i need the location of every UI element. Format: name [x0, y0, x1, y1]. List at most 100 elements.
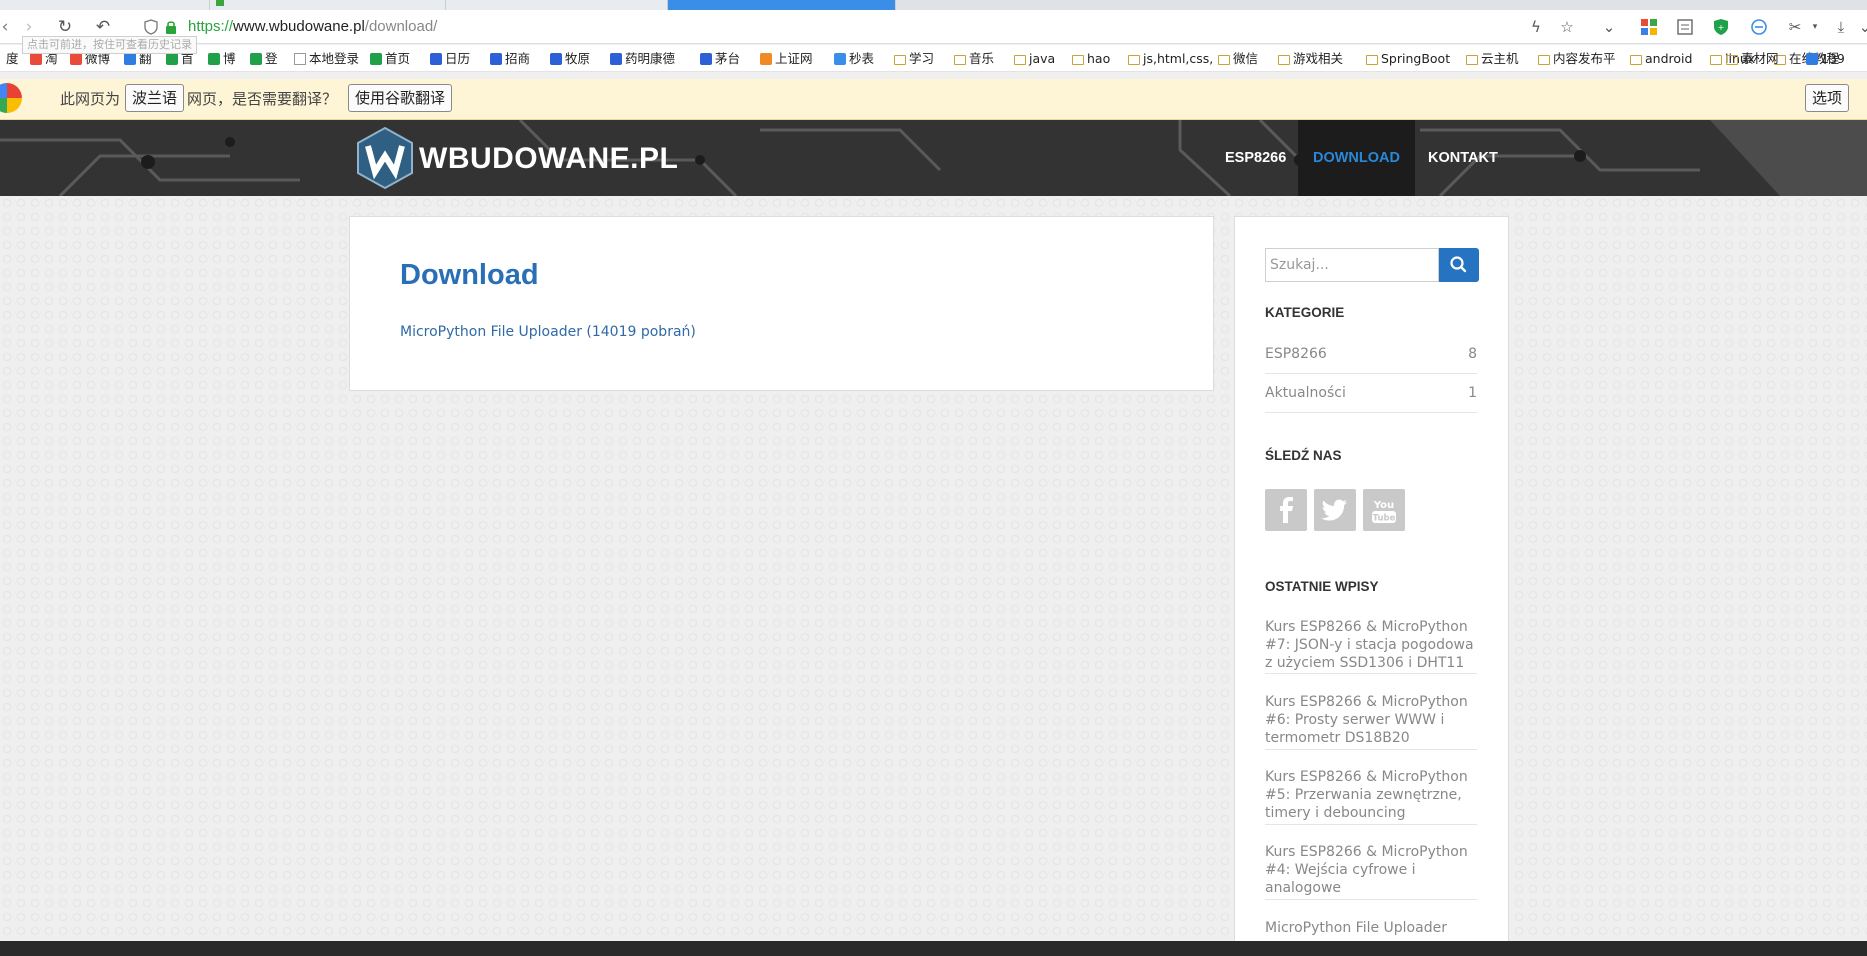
bookmark-favicon-icon [834, 53, 846, 65]
sidebar: KATEGORIE ESP8266 8 Aktualności 1 ŚLEDŹ … [1234, 216, 1509, 946]
language-select[interactable]: 波兰语 [125, 84, 185, 112]
bookmark-item[interactable]: 音乐 [954, 50, 994, 68]
folder-icon [1218, 55, 1230, 65]
bookmark-item[interactable]: 度 [6, 50, 19, 68]
translate-options-button[interactable]: 选项 [1805, 84, 1850, 112]
recent-post-link[interactable]: MicroPython File Uploader [1265, 919, 1477, 943]
search-button[interactable] [1439, 248, 1479, 282]
undo-icon[interactable]: ↶ [92, 16, 114, 38]
scissors-icon[interactable]: ✂ [1786, 18, 1804, 36]
bookmark-item[interactable]: js,html,css, [1128, 50, 1213, 68]
bookmarks-bar: 度淘微博翻首博登本地登录 首页 日历 招商 牧原 药明康德 茅台 上证网 秒表 学习 音乐 java h… [0, 45, 1867, 72]
category-item[interactable]: ESP8266 8 [1265, 335, 1477, 374]
bookmark-favicon-icon [70, 53, 82, 65]
bookmark-item[interactable]: 招商 [490, 50, 530, 68]
lock-icon[interactable] [164, 19, 178, 35]
lightning-icon[interactable]: ϟ [1527, 18, 1545, 36]
follow-heading: ŚLEDŹ NAS [1265, 448, 1342, 463]
apps-grid-icon[interactable] [1640, 18, 1658, 36]
bookmark-item[interactable]: 首页 [370, 50, 410, 68]
tab-strip [0, 0, 1867, 10]
twitter-icon[interactable] [1314, 489, 1356, 531]
url-field[interactable]: https://www.wbudowane.pl/download/ [188, 16, 437, 38]
adblock-icon[interactable] [1750, 18, 1768, 36]
folder-icon [1630, 55, 1642, 65]
chevron-down-icon[interactable]: ⌄ [1856, 18, 1867, 36]
bookmark-item[interactable]: 本地登录 [294, 50, 359, 68]
nav-esp8266[interactable]: ESP8266 [1210, 120, 1301, 196]
folder-icon [1278, 55, 1290, 65]
bookmark-item[interactable]: 内容发布平 [1538, 50, 1616, 68]
browser-tab[interactable] [210, 0, 446, 10]
folder-icon [1072, 55, 1084, 65]
address-bar: ‹ › ↻ ↶ https://www.wbudowane.pl/downloa… [0, 10, 1867, 44]
bookmark-item[interactable]: SpringBoot [1366, 50, 1450, 68]
bookmark-item[interactable]: java [1014, 50, 1055, 68]
shield-icon[interactable] [144, 19, 158, 35]
bookmark-item[interactable]: 游戏相关 [1278, 50, 1343, 68]
nav-download[interactable]: DOWNLOAD [1298, 120, 1415, 196]
download-link[interactable]: MicroPython File Uploader (14019 pobrań) [400, 324, 696, 340]
bookmark-item[interactable]: 登 [250, 50, 278, 68]
bookmark-item[interactable]: 茅台 [700, 50, 740, 68]
nav-kontakt[interactable]: KONTAKT [1413, 120, 1513, 196]
folder-icon [1538, 55, 1550, 65]
folder-icon [1128, 55, 1140, 65]
bookmark-item[interactable]: 素材网 [1726, 50, 1779, 68]
bookmark-item[interactable]: 秒表 [834, 50, 874, 68]
download-icon[interactable]: ⤓ [1832, 18, 1850, 36]
folder-icon [1366, 55, 1378, 65]
site-header: WBUDOWANE.PL ESP8266 DOWNLOAD KONTAKT [0, 120, 1867, 196]
categories-heading: KATEGORIE [1265, 305, 1345, 320]
bookmark-item[interactable]: 云主机 [1466, 50, 1519, 68]
reload-icon[interactable]: ↻ [54, 16, 76, 38]
recent-post-link[interactable]: Kurs ESP8266 & MicroPython #7: JSON-y i … [1265, 618, 1477, 674]
chevron-down-icon[interactable]: ⌄ [1600, 18, 1618, 36]
forward-arrow-icon[interactable]: › [18, 16, 40, 38]
bookmark-favicon-icon [166, 53, 178, 65]
bookmark-favicon-icon [490, 53, 502, 65]
bookmark-item[interactable]: 学习 [894, 50, 934, 68]
caret-down-icon[interactable]: ▾ [1806, 18, 1824, 36]
browser-tab-active[interactable] [668, 0, 896, 10]
svg-text:You: You [1373, 500, 1394, 511]
svg-text:Tube: Tube [1373, 514, 1396, 524]
search-icon [1450, 256, 1467, 273]
bookmark-favicon-icon [610, 53, 622, 65]
bookmark-favicon-icon [550, 53, 562, 65]
search-input[interactable] [1265, 248, 1439, 282]
bookmark-favicon-icon [30, 53, 42, 65]
logo-hexagon-icon [357, 126, 413, 190]
bookmark-item[interactable]: 上证网 [760, 50, 813, 68]
bookmark-item[interactable]: 微信 [1218, 50, 1258, 68]
bookmark-item[interactable]: 药明康德 [610, 50, 675, 68]
recent-post-link[interactable]: Kurs ESP8266 & MicroPython #5: Przerwani… [1265, 768, 1477, 825]
browser-tab[interactable] [446, 0, 668, 10]
translate-button[interactable]: 使用谷歌翻译 [348, 84, 453, 112]
folder-icon [1466, 55, 1478, 65]
bookmark-favicon-icon [250, 53, 262, 65]
reader-icon[interactable] [1676, 18, 1694, 36]
folder-icon [894, 55, 906, 65]
site-logo-text: WBUDOWANE.PL [419, 142, 679, 175]
bookmark-item[interactable]: 博 [208, 50, 236, 68]
bookmark-item[interactable]: 日历 [430, 50, 470, 68]
bookmark-item[interactable]: 139 [1806, 50, 1845, 68]
facebook-icon[interactable] [1265, 489, 1307, 531]
bookmark-item[interactable]: hao [1072, 50, 1110, 68]
recent-post-link[interactable]: Kurs ESP8266 & MicroPython #4: Wejścia c… [1265, 843, 1477, 900]
bookmark-item[interactable]: 牧原 [550, 50, 590, 68]
bookmark-item[interactable]: android [1630, 50, 1692, 68]
security-shield-icon[interactable]: + [1712, 18, 1730, 36]
youtube-icon[interactable]: You Tube [1363, 489, 1405, 531]
bookmark-favicon-icon [370, 53, 382, 65]
bookmark-favicon-icon [294, 53, 306, 65]
bookmark-favicon-icon [1806, 53, 1818, 65]
back-arrow-icon[interactable]: ‹ [0, 16, 16, 38]
bookmark-favicon-icon [430, 53, 442, 65]
history-tooltip: 点击可前进，按住可查看历史记录 [22, 36, 197, 54]
category-item[interactable]: Aktualności 1 [1265, 374, 1477, 413]
star-icon[interactable]: ☆ [1558, 18, 1576, 36]
browser-tab[interactable] [0, 0, 210, 10]
recent-post-link[interactable]: Kurs ESP8266 & MicroPython #6: Prosty se… [1265, 693, 1477, 750]
